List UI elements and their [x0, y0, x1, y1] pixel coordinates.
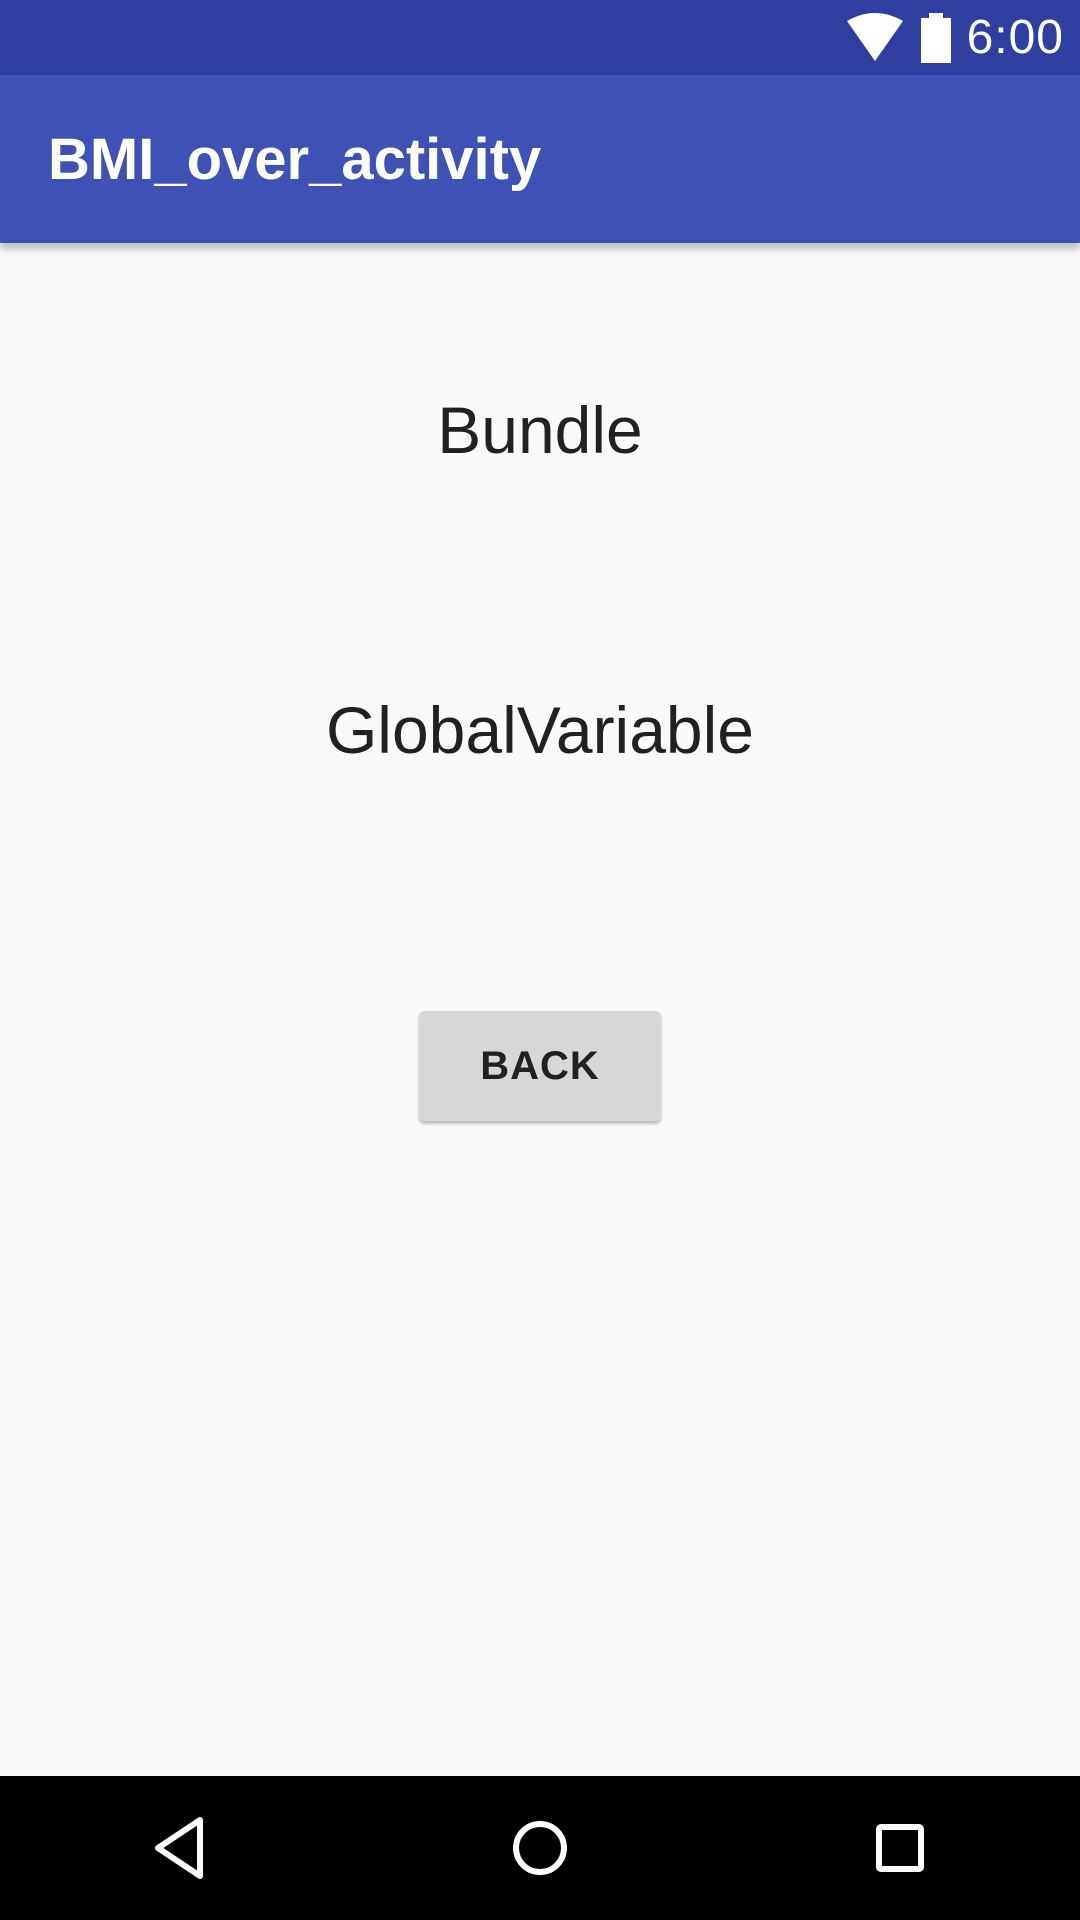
recents-icon[interactable]: [850, 1798, 950, 1898]
home-icon[interactable]: [490, 1798, 590, 1898]
status-clock: 6:00: [966, 11, 1064, 64]
back-icon[interactable]: [130, 1798, 230, 1898]
bundle-text: Bundle: [437, 393, 643, 467]
navigation-bar: [0, 1776, 1080, 1920]
screen: 6:00 BMI_over_activity Bundle GlobalVari…: [0, 0, 1080, 1920]
status-bar: 6:00: [0, 0, 1080, 75]
app-title: BMI_over_activity: [48, 126, 542, 192]
wifi-icon: [846, 12, 903, 61]
global-variable-text: GlobalVariable: [325, 693, 755, 767]
app-bar: BMI_over_activity: [0, 75, 1080, 243]
battery-icon: [920, 12, 951, 63]
back-button[interactable]: BACK: [419, 1011, 661, 1121]
